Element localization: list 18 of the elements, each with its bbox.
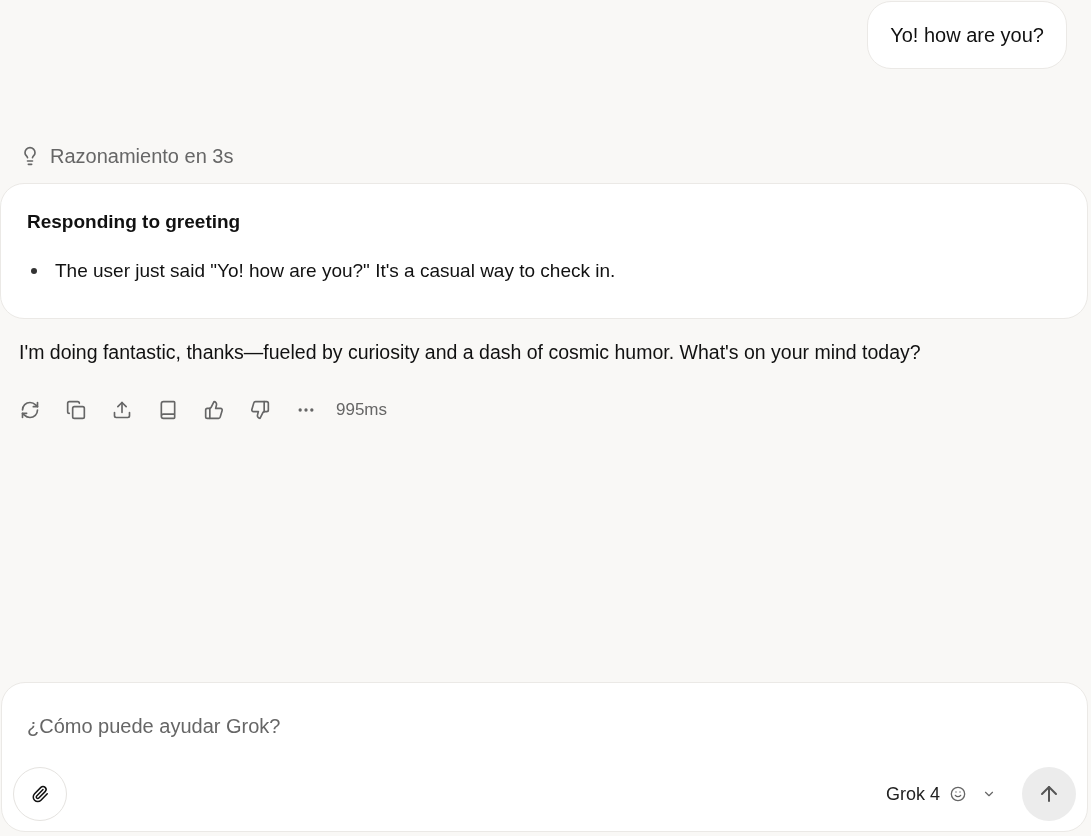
response-time: 995ms [336,399,388,422]
reasoning-label[interactable]: Razonamiento en 3s [50,141,234,171]
reasoning-title: Responding to greeting [27,210,242,234]
send-button[interactable] [1022,767,1076,821]
response-text: I'm doing fantastic, thanks—fueled by curiosity and a dash of cosmic humor. What's on your mind today? [18,340,922,365]
bullet-icon [31,267,37,274]
prompt-input[interactable]: ¿Cómo puede ayudar Grok? [27,711,1076,741]
paperclip-icon [31,785,49,803]
regenerate-icon[interactable] [20,400,40,420]
share-icon[interactable] [112,400,132,420]
thumbs-up-icon[interactable] [204,400,224,420]
book-icon[interactable] [158,400,178,420]
copy-icon[interactable] [66,400,86,420]
model-name[interactable]: Grok 4 [885,780,940,808]
reasoning-bullet: The user just said "Yo! how are you?" It's a casual way to check in. [55,258,616,283]
smile-icon [950,786,966,802]
thumbs-down-icon[interactable] [250,400,270,420]
user-message: Yo! how are you? [867,1,1067,69]
